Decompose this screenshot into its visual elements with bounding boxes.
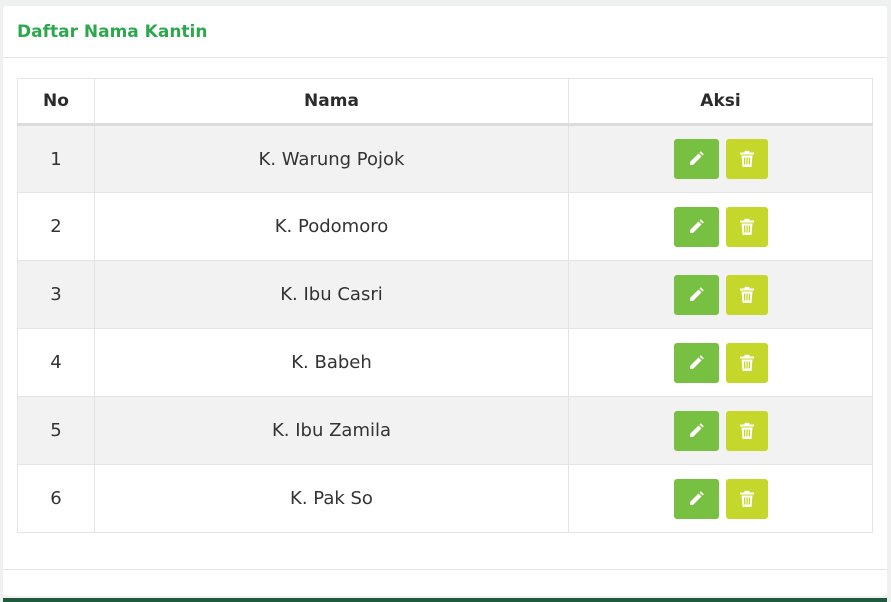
kantin-name: K. Ibu Zamila [94,396,569,465]
table-row: 5 K. Ibu Zamila [17,396,873,465]
edit-button[interactable] [673,410,719,451]
row-number: 2 [17,192,95,261]
pencil-icon [690,490,704,505]
row-number: 3 [17,260,95,329]
delete-button[interactable] [725,274,768,315]
pencil-icon [690,422,704,437]
trash-icon [739,150,754,167]
row-actions [568,260,873,329]
table-row: 4 K. Babeh [17,328,873,397]
pencil-icon [690,151,704,165]
pencil-icon [690,286,704,301]
trash-icon [739,218,754,235]
delete-button[interactable] [725,478,768,519]
kantin-table: No Nama Aksi 1 K. Warung Pojok 2 K. Podo… [17,78,873,533]
column-header-aksi: Aksi [568,78,873,126]
edit-button[interactable] [673,274,719,315]
table-row: 3 K. Ibu Casri [17,260,873,329]
card-footer-divider [3,569,887,570]
delete-button[interactable] [725,206,768,247]
column-header-no: No [17,78,95,126]
page-title: Daftar Nama Kantin [17,21,208,42]
kantin-name: K. Babeh [94,328,569,397]
row-actions [568,396,873,465]
row-actions [568,328,873,397]
kantin-name: K. Pak So [94,464,569,533]
table-row: 6 K. Pak So [17,464,873,533]
edit-button[interactable] [673,342,719,383]
pencil-icon [690,354,704,369]
pencil-icon [690,218,704,233]
edit-button[interactable] [673,206,719,247]
row-actions [568,124,873,193]
row-actions [568,192,873,261]
column-header-nama: Nama [94,78,569,126]
row-number: 1 [17,124,95,193]
table-header-row: No Nama Aksi [17,78,873,126]
card-header: Daftar Nama Kantin [3,6,887,58]
kantin-table-wrapper: No Nama Aksi 1 K. Warung Pojok 2 K. Podo… [17,78,873,533]
row-number: 6 [17,464,95,533]
bottom-accent-bar [3,598,887,602]
kantin-name: K. Ibu Casri [94,260,569,329]
trash-icon [739,422,754,439]
row-number: 4 [17,328,95,397]
kantin-name: K. Podomoro [94,192,569,261]
row-actions [568,464,873,533]
table-row: 2 K. Podomoro [17,192,873,261]
trash-icon [739,490,754,507]
delete-button[interactable] [725,342,768,383]
trash-icon [739,286,754,303]
kantin-name: K. Warung Pojok [94,124,569,193]
kantin-list-card: Daftar Nama Kantin No Nama Aksi 1 K. War… [3,6,887,596]
delete-button[interactable] [725,410,768,451]
edit-button[interactable] [673,478,719,519]
trash-icon [739,354,754,371]
table-row: 1 K. Warung Pojok [17,124,873,193]
row-number: 5 [17,396,95,465]
edit-button[interactable] [673,139,719,179]
delete-button[interactable] [725,139,768,179]
